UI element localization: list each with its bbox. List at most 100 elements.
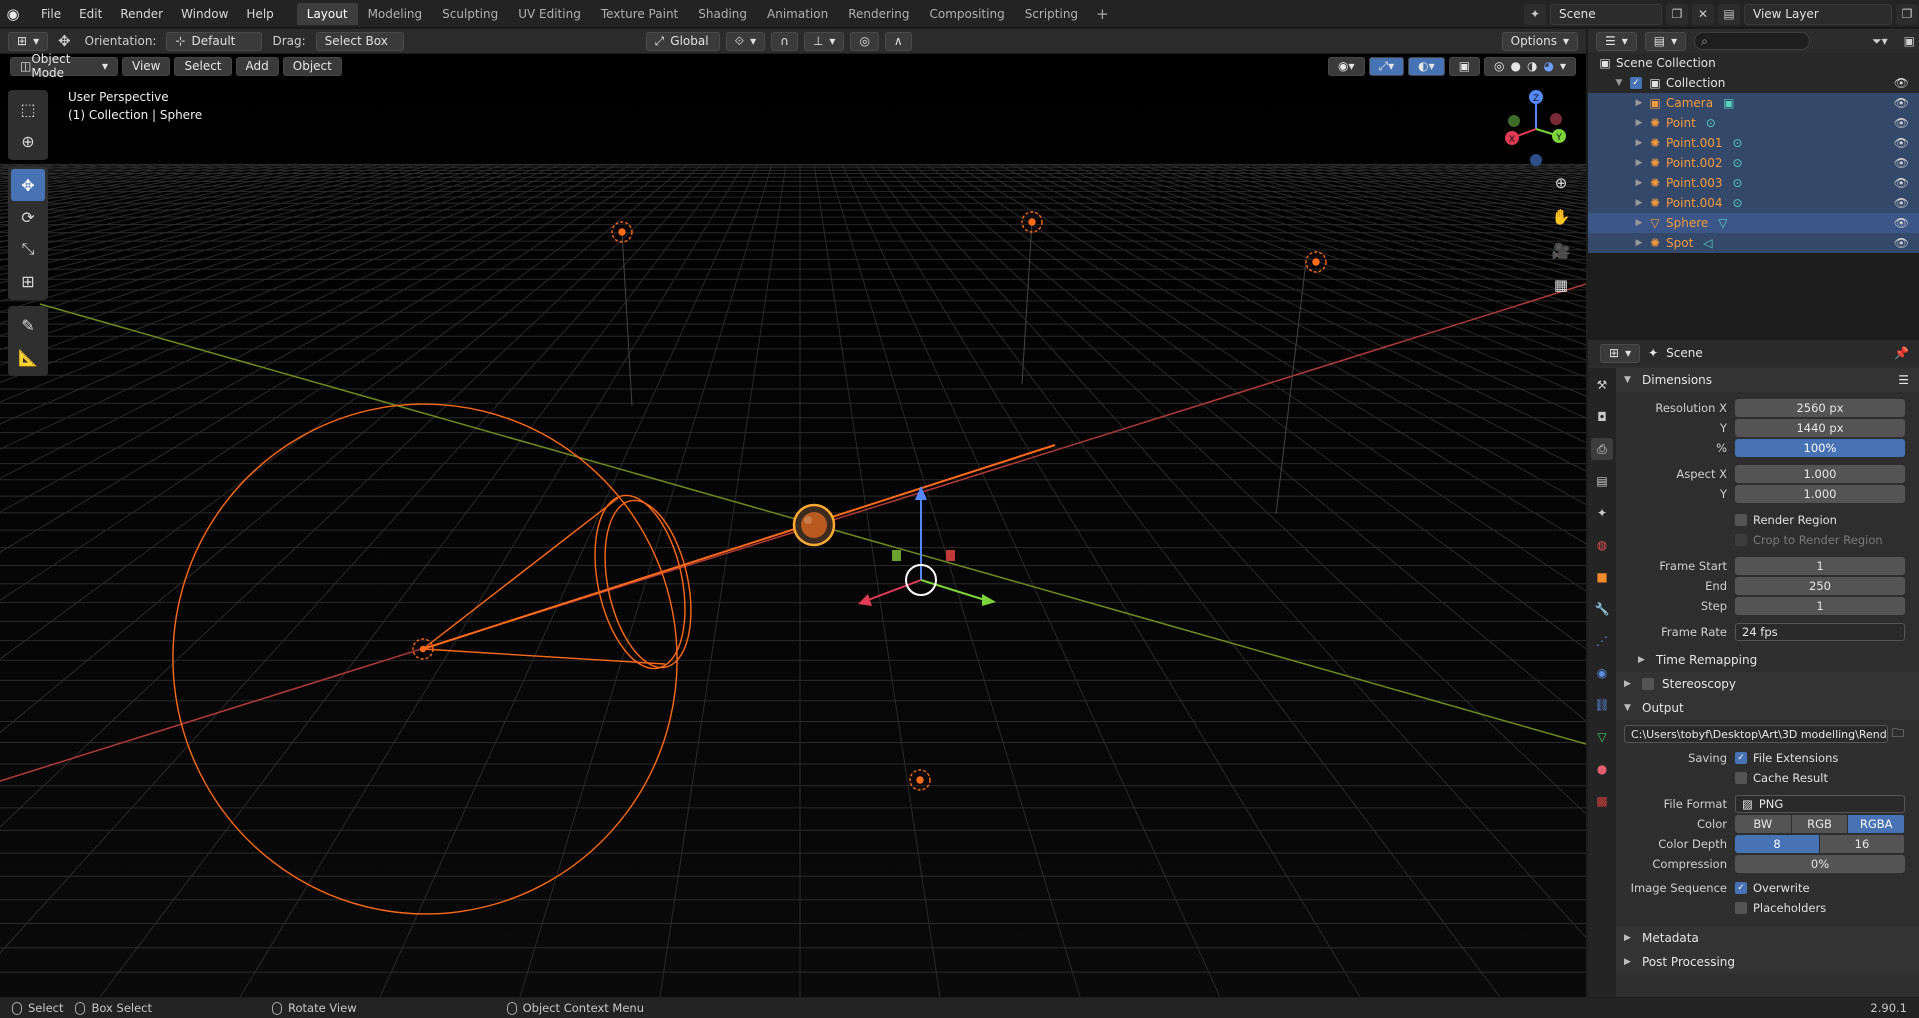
expand-icon[interactable]: ▶: [1632, 178, 1646, 188]
menu-window[interactable]: Window: [172, 3, 237, 25]
outliner-item-active[interactable]: ▶ ▽ Sphere ▽ 👁: [1588, 213, 1919, 233]
stereoscopy-checkbox[interactable]: [1642, 678, 1654, 690]
xray-toggle[interactable]: ▣: [1448, 56, 1481, 76]
material-tab-icon[interactable]: ●: [1591, 758, 1613, 780]
tab-compositing[interactable]: Compositing: [919, 3, 1014, 25]
depth-8-button[interactable]: 8: [1735, 835, 1820, 853]
eye-icon[interactable]: 👁: [1894, 96, 1909, 110]
outliner-scene-collection[interactable]: ▣ Scene Collection: [1588, 53, 1919, 73]
solid-shading-icon[interactable]: ●: [1511, 59, 1521, 73]
select-box-icon[interactable]: ⬚: [11, 93, 45, 125]
eye-icon[interactable]: 👁: [1894, 236, 1909, 250]
eye-icon[interactable]: 👁: [1894, 116, 1909, 130]
outliner-editor-type[interactable]: ☰ ▾: [1596, 31, 1637, 51]
new-scene-icon[interactable]: ❐: [1666, 3, 1688, 25]
object-menu[interactable]: Object: [282, 56, 342, 76]
dimensions-panel-header[interactable]: ▼ Dimensions ☰: [1616, 368, 1919, 392]
menu-render[interactable]: Render: [111, 3, 172, 25]
tab-uv-editing[interactable]: UV Editing: [508, 3, 591, 25]
filter-icon[interactable]: ⏷▾: [1868, 34, 1892, 49]
tab-layout[interactable]: Layout: [296, 2, 358, 25]
display-mode-dropdown[interactable]: ▤ ▾: [1644, 31, 1687, 51]
options-dropdown[interactable]: Options ▾: [1501, 31, 1578, 51]
cursor-icon[interactable]: ⊕: [11, 125, 45, 157]
editor-type-dropdown[interactable]: ⊞ ▾: [8, 31, 49, 51]
resolution-y-field[interactable]: 1440 px: [1735, 419, 1905, 437]
overwrite-checkbox[interactable]: ✓ Overwrite: [1735, 881, 1810, 895]
outliner-item[interactable]: ▶ ✺ Point.002 ⊙ 👁: [1588, 153, 1919, 173]
crop-region-checkbox[interactable]: Crop to Render Region: [1735, 533, 1883, 547]
falloff-dropdown[interactable]: ∧: [884, 31, 912, 51]
outliner-item[interactable]: ▶ ✺ Point.001 ⊙ 👁: [1588, 133, 1919, 153]
delete-scene-icon[interactable]: ✕: [1692, 3, 1714, 25]
gizmo-x-label[interactable]: X: [1509, 135, 1515, 145]
constraints-tab-icon[interactable]: ⛓: [1591, 694, 1613, 716]
outliner-item[interactable]: ▶ ✺ Point.004 ⊙ 👁: [1588, 193, 1919, 213]
frame-step-field[interactable]: 1: [1735, 597, 1905, 615]
snap-toggle[interactable]: ∩: [771, 31, 798, 51]
placeholders-checkbox[interactable]: Placeholders: [1735, 901, 1826, 915]
gizmo-z-label[interactable]: Z: [1533, 94, 1539, 104]
file-extensions-checkbox[interactable]: ✓ File Extensions: [1735, 751, 1838, 765]
ortho-grid-icon[interactable]: ▦: [1548, 272, 1574, 298]
output-tab-icon[interactable]: ⎙: [1591, 438, 1613, 460]
scale-icon[interactable]: ⤡: [11, 233, 45, 265]
data-tab-icon[interactable]: ▽: [1591, 726, 1613, 748]
metadata-panel-header[interactable]: ▶ Metadata: [1616, 926, 1919, 950]
collapse-icon[interactable]: ▼: [1612, 78, 1626, 88]
view-menu[interactable]: View: [122, 56, 171, 76]
texture-tab-icon[interactable]: ▩: [1591, 790, 1613, 812]
tab-sculpting[interactable]: Sculpting: [432, 3, 508, 25]
post-processing-panel-header[interactable]: ▶ Post Processing: [1616, 950, 1919, 974]
world-tab-icon[interactable]: ◍: [1591, 534, 1613, 556]
resolution-percent-slider[interactable]: 100%: [1735, 439, 1905, 457]
expand-icon[interactable]: ▶: [1632, 158, 1646, 168]
color-rgba-button[interactable]: RGBA: [1848, 815, 1905, 833]
particles-tab-icon[interactable]: ⋰: [1591, 630, 1613, 652]
rendered-shading-icon[interactable]: ◕: [1543, 59, 1553, 73]
tool-tab-icon[interactable]: ⚒: [1591, 374, 1613, 396]
gizmo-y-label[interactable]: Y: [1555, 133, 1562, 143]
3d-viewport[interactable]: Z X Y: [0, 54, 1586, 997]
outliner-search-input[interactable]: ⌕: [1694, 32, 1811, 50]
eye-icon[interactable]: 👁: [1894, 136, 1909, 150]
scene-field[interactable]: Scene: [1550, 3, 1662, 25]
new-view-layer-icon[interactable]: ❐: [1896, 3, 1918, 25]
pin-icon[interactable]: 📌: [1894, 346, 1909, 360]
eye-icon[interactable]: 👁: [1894, 176, 1909, 190]
eye-icon[interactable]: 👁: [1894, 216, 1909, 230]
physics-tab-icon[interactable]: ◉: [1591, 662, 1613, 684]
object-mode-dropdown[interactable]: ◫ Object Mode ▾: [10, 52, 118, 80]
expand-icon[interactable]: ▶: [1632, 238, 1646, 248]
color-bw-button[interactable]: BW: [1735, 815, 1792, 833]
move-icon[interactable]: ✥: [11, 169, 45, 201]
menu-help[interactable]: Help: [237, 3, 282, 25]
scene-tab-icon[interactable]: ✦: [1591, 502, 1613, 524]
orientation-dropdown[interactable]: ⊹ Default: [166, 31, 263, 51]
transform-orientation-dropdown[interactable]: ⤢ Global: [645, 31, 720, 51]
frame-rate-dropdown[interactable]: 24 fps: [1735, 623, 1905, 641]
folder-icon[interactable]: 🗀: [1892, 724, 1904, 745]
frame-end-field[interactable]: 250: [1735, 577, 1905, 595]
view-layer-tab-icon[interactable]: ▤: [1591, 470, 1613, 492]
collection-checkbox[interactable]: ✓: [1630, 77, 1642, 89]
transform-icon[interactable]: ⊞: [11, 265, 45, 297]
object-tab-icon[interactable]: ■: [1591, 566, 1613, 588]
wireframe-shading-icon[interactable]: ◎: [1494, 59, 1504, 73]
gizmo-toggle[interactable]: ⤢ ▾: [1368, 56, 1405, 76]
depth-16-button[interactable]: 16: [1820, 835, 1905, 853]
aspect-x-field[interactable]: 1.000: [1735, 465, 1905, 483]
pivot-point-dropdown[interactable]: ⟐ ▾: [725, 31, 766, 51]
pan-hand-icon[interactable]: ✋: [1548, 204, 1574, 230]
add-workspace-icon[interactable]: +: [1088, 5, 1117, 23]
annotate-icon[interactable]: ✎: [11, 309, 45, 341]
menu-file[interactable]: File: [32, 3, 70, 25]
outliner-item[interactable]: ▶ ✺ Point.003 ⊙ 👁: [1588, 173, 1919, 193]
outliner-item[interactable]: ▶ ▣ Camera ▣ 👁: [1588, 93, 1919, 113]
render-region-checkbox[interactable]: Render Region: [1735, 513, 1837, 527]
tab-animation[interactable]: Animation: [757, 3, 838, 25]
expand-icon[interactable]: ▶: [1632, 118, 1646, 128]
eye-icon[interactable]: 👁: [1894, 196, 1909, 210]
new-collection-icon[interactable]: ▣: [1900, 34, 1919, 48]
select-menu[interactable]: Select: [174, 56, 232, 76]
